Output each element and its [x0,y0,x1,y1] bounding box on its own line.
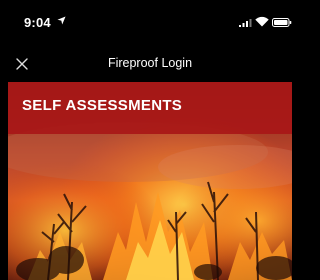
location-arrow-icon [57,16,66,25]
battery-icon [272,18,292,27]
wifi-icon [255,16,269,27]
self-assessments-banner[interactable]: SELF ASSESSMENTS [8,82,292,134]
cellular-signal-icon [239,19,252,27]
page-title: Fireproof Login [107,56,193,70]
app-screen: 9:04 Fireproof Login SELF ASSESSMENTS [0,0,300,280]
status-bar: 9:04 [0,0,300,46]
banner-title: SELF ASSESSMENTS [22,97,183,114]
navigation-bar: Fireproof Login [0,46,300,82]
status-time: 9:04 [24,15,51,30]
